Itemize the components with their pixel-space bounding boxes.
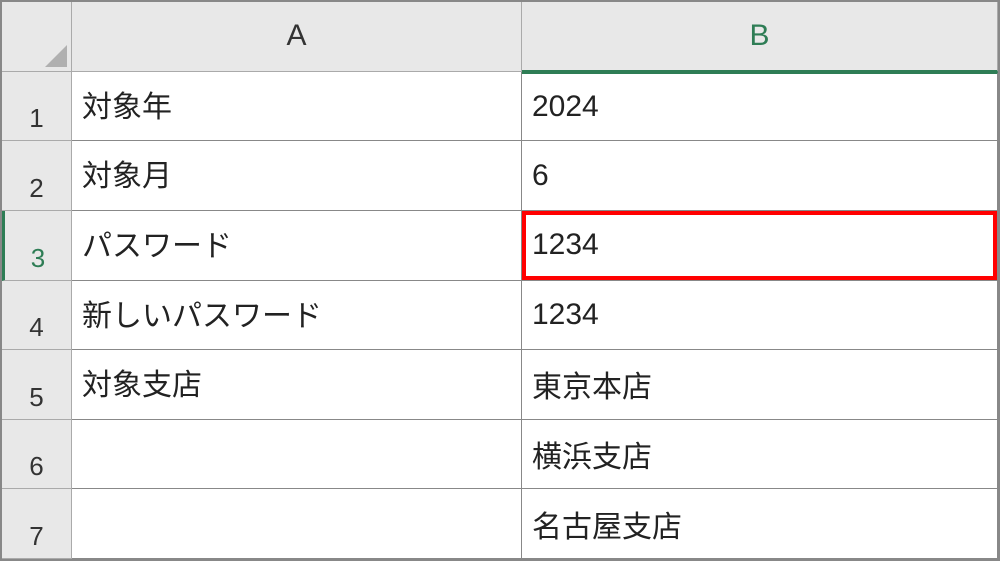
row-header-6[interactable]: 6 <box>2 420 72 490</box>
row-header-2[interactable]: 2 <box>2 141 72 211</box>
row-header-7[interactable]: 7 <box>2 489 72 559</box>
row-header-4[interactable]: 4 <box>2 281 72 351</box>
cell-b4[interactable]: 1234 <box>522 281 998 351</box>
cell-b5[interactable]: 東京本店 <box>522 350 998 420</box>
row-4: 4 新しいパスワード 1234 <box>2 281 998 351</box>
cell-a7[interactable] <box>72 489 522 559</box>
cell-b1[interactable]: 2024 <box>522 72 998 142</box>
cell-a5[interactable]: 対象支店 <box>72 350 522 420</box>
cell-b2[interactable]: 6 <box>522 141 998 211</box>
cell-a4[interactable]: 新しいパスワード <box>72 281 522 351</box>
cell-a6[interactable] <box>72 420 522 490</box>
row-5: 5 対象支店 東京本店 <box>2 350 998 420</box>
row-2: 2 対象月 6 <box>2 141 998 211</box>
cell-a3[interactable]: パスワード <box>72 211 522 281</box>
cell-b3[interactable]: 1234 <box>522 211 998 281</box>
column-header-a[interactable]: A <box>72 2 522 72</box>
select-all-triangle-icon <box>45 45 67 67</box>
row-6: 6 横浜支店 <box>2 420 998 490</box>
cell-a2[interactable]: 対象月 <box>72 141 522 211</box>
column-header-b[interactable]: B <box>522 2 998 72</box>
cell-b7[interactable]: 名古屋支店 <box>522 489 998 559</box>
row-header-5[interactable]: 5 <box>2 350 72 420</box>
row-7: 7 名古屋支店 <box>2 489 998 559</box>
row-3: 3 パスワード 1234 <box>2 211 998 281</box>
row-header-3[interactable]: 3 <box>2 211 72 281</box>
cell-b6[interactable]: 横浜支店 <box>522 420 998 490</box>
cell-a1[interactable]: 対象年 <box>72 72 522 142</box>
row-header-1[interactable]: 1 <box>2 72 72 142</box>
column-header-row: A B <box>2 2 998 72</box>
row-1: 1 対象年 2024 <box>2 72 998 142</box>
spreadsheet: A B 1 対象年 2024 2 対象月 6 3 パスワード 1234 4 新し… <box>0 0 1000 561</box>
select-all-corner[interactable] <box>2 2 72 72</box>
